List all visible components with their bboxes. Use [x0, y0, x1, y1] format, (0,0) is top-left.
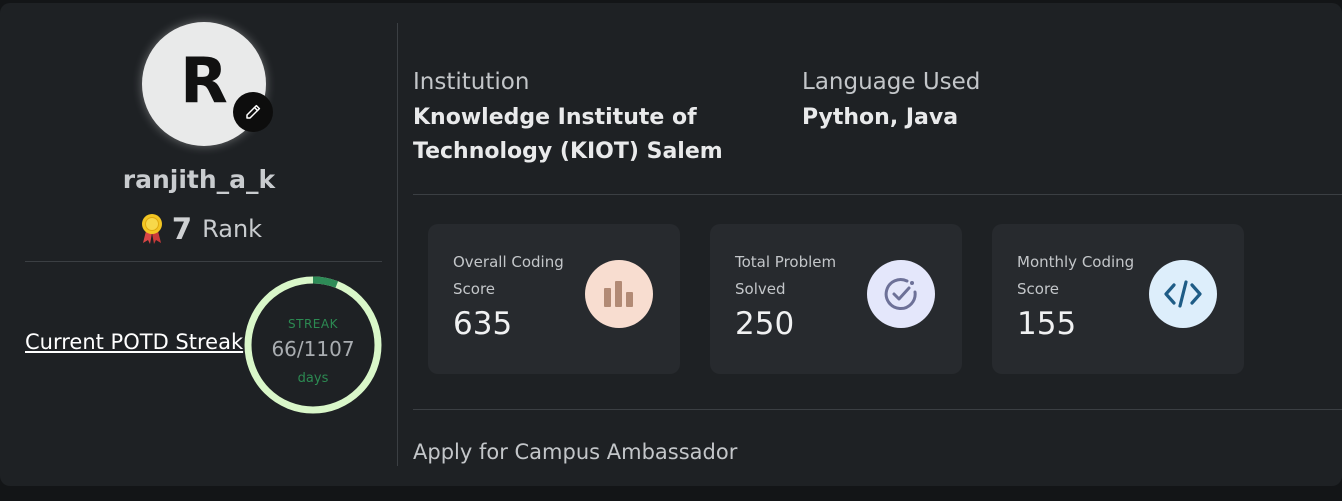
stat-value: 250	[735, 306, 795, 342]
stat-label-line: Monthly Coding	[1017, 253, 1135, 271]
stat-label-line: Total Problem	[735, 253, 837, 271]
institution-label: Institution	[413, 69, 530, 95]
institution-line-2: Technology (KIOT) Salem	[413, 139, 723, 164]
stat-label-line: Score	[1017, 280, 1060, 298]
institution-line-1: Knowledge Institute of	[413, 105, 697, 130]
avatar-initial: R	[180, 43, 228, 117]
pencil-icon	[246, 104, 261, 119]
stat-label: Total Problem Solved	[735, 249, 875, 303]
profile-sidebar: R ranjith_a_k 7 Rank Current POTD Streak	[0, 3, 398, 486]
stat-card-overall-score: Overall Coding Score 635	[428, 224, 680, 374]
medal-icon	[141, 214, 162, 244]
stat-label-line: Overall Coding	[453, 253, 564, 271]
streak-label: STREAK	[288, 317, 338, 331]
stat-card-monthly-score: Monthly Coding Score 155	[992, 224, 1244, 374]
username: ranjith_a_k	[122, 165, 276, 194]
streak-ring: STREAK 66/1107 days	[243, 275, 383, 415]
stat-label-line: Solved	[735, 280, 786, 298]
stat-label: Overall Coding Score	[453, 249, 593, 303]
stat-card-problems-solved: Total Problem Solved 250	[710, 224, 962, 374]
potd-streak-link[interactable]: Current POTD Streak	[25, 330, 243, 354]
divider	[413, 194, 1342, 195]
rank-label: Rank	[202, 215, 263, 243]
divider	[25, 261, 382, 262]
rank-number: 7	[171, 212, 193, 246]
institution-value: Knowledge Institute of Technology (KIOT)…	[413, 101, 723, 169]
bar-chart-icon	[585, 260, 653, 328]
streak-days-label: days	[297, 371, 329, 386]
language-value: Python, Java	[802, 105, 959, 130]
streak-value: 66/1107	[271, 337, 355, 361]
check-circle-icon	[867, 260, 935, 328]
stat-value: 635	[453, 306, 513, 342]
vertical-divider	[397, 23, 398, 466]
profile-panel: R ranjith_a_k 7 Rank Current POTD Streak	[0, 3, 1342, 486]
stat-label: Monthly Coding Score	[1017, 249, 1157, 303]
language-label: Language Used	[802, 69, 981, 95]
stat-label-line: Score	[453, 280, 496, 298]
edit-avatar-button[interactable]	[233, 92, 273, 132]
rank-display: 7 Rank	[0, 212, 402, 246]
stat-value: 155	[1017, 306, 1077, 342]
code-icon	[1149, 260, 1217, 328]
divider	[413, 409, 1342, 410]
campus-ambassador-link[interactable]: Apply for Campus Ambassador	[413, 440, 737, 464]
